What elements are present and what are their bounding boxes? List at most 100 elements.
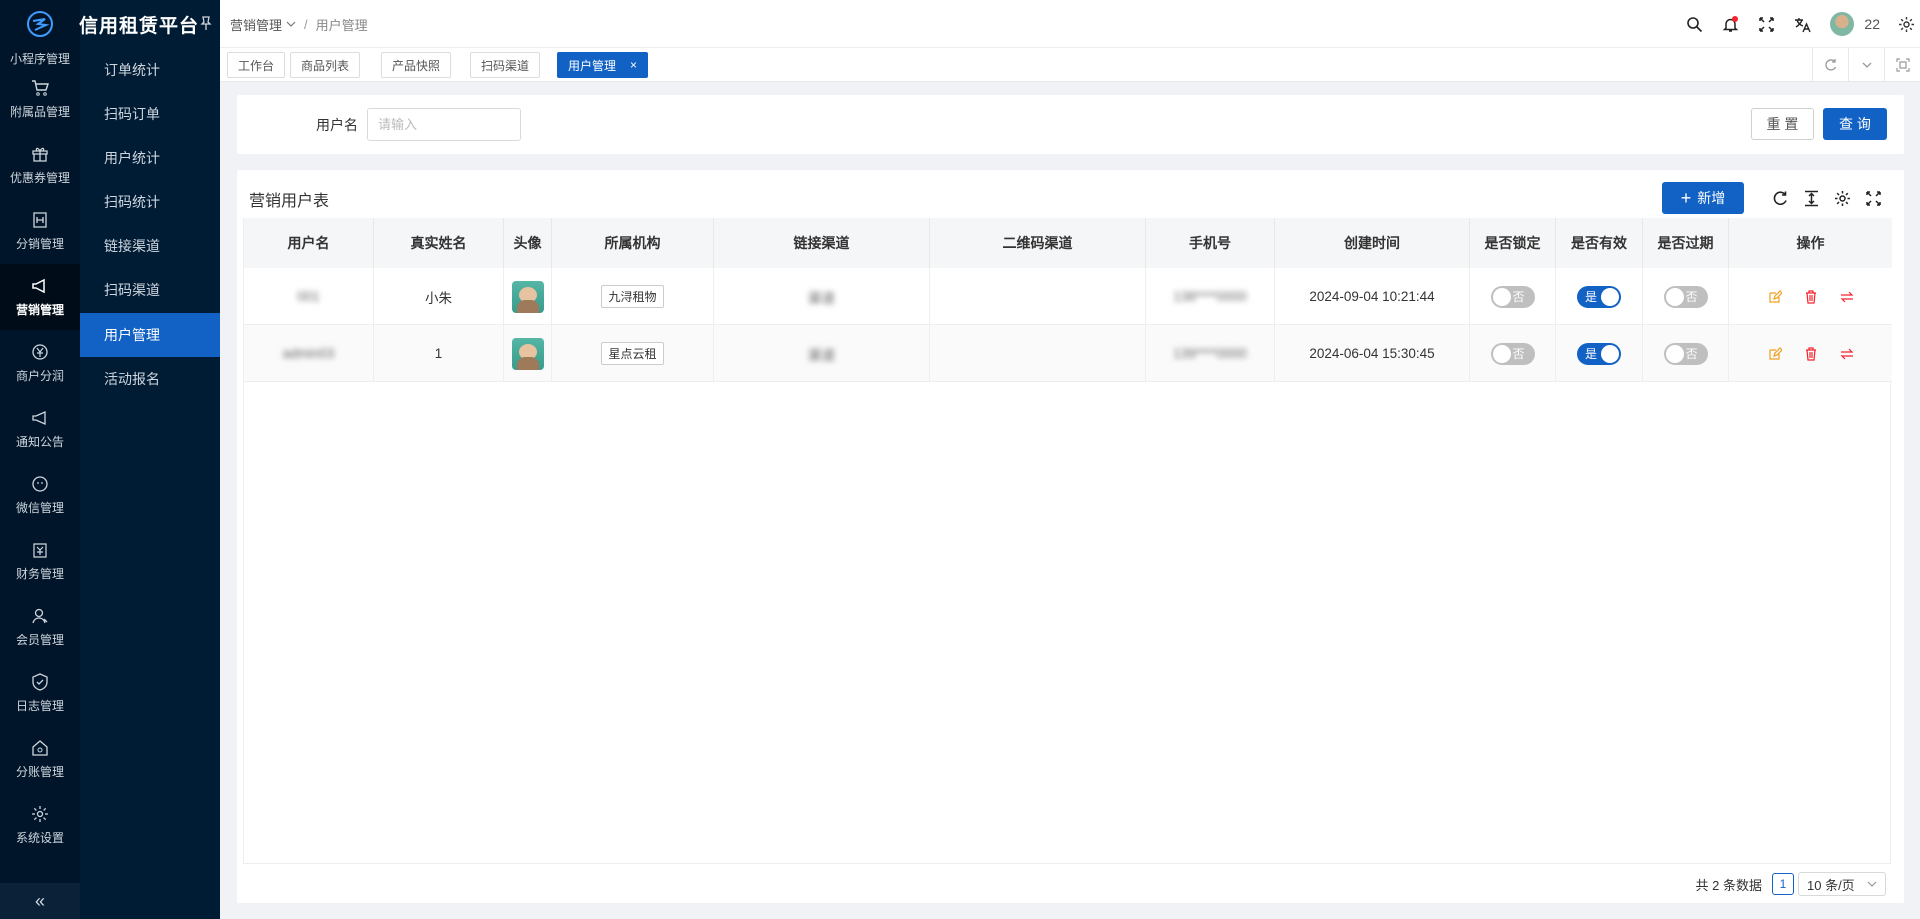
rail-item-wechat[interactable]: 微信管理 (0, 462, 80, 528)
pin-icon[interactable] (200, 16, 212, 30)
reset-button[interactable]: 重 置 (1751, 108, 1814, 140)
edit-icon[interactable] (1768, 346, 1782, 361)
megaphone-icon (32, 278, 45, 293)
fullscreen-button[interactable] (1748, 6, 1784, 42)
rail-item-logs[interactable]: 日志管理 (0, 660, 80, 726)
language-button[interactable] (1784, 6, 1820, 42)
tab-maximize-button[interactable] (1884, 48, 1920, 82)
toggle-knob (1601, 287, 1619, 306)
locked-toggle[interactable]: 否 (1490, 285, 1535, 308)
refresh-table-button[interactable] (1765, 186, 1796, 210)
column-header: 是否有效 (1556, 218, 1643, 268)
rail-item-label: 日志管理 (15, 698, 64, 713)
rail-item-distribution[interactable]: 分销管理 (0, 198, 80, 264)
avatar[interactable] (511, 280, 544, 313)
page-size-value: 10 条/页 (1807, 877, 1855, 893)
chevron-down-icon[interactable] (286, 19, 296, 29)
tab-label: 商品列表 (301, 58, 350, 73)
submenu-item-scan-stats[interactable]: 扫码统计 (80, 180, 220, 224)
created-time-cell: 2024-09-04 10:21:44 (1309, 289, 1435, 304)
tab-product-list[interactable]: 商品列表 (290, 52, 361, 78)
tab-user-management[interactable]: 用户管理 × (557, 52, 649, 78)
rail-item-accessories[interactable]: 附属品管理 (0, 66, 80, 132)
valid-toggle[interactable]: 是 (1577, 285, 1621, 308)
app-root: 小程序管理 附属品管理 优惠券管理 分销管理 营销管理 商户分润 通知公告 微信… (0, 0, 1920, 919)
page-size-select[interactable]: 10 条/页 (1798, 872, 1886, 896)
gift-icon (32, 147, 48, 162)
rail-item-merchant-share[interactable]: 商户分润 (0, 330, 80, 396)
chevron-down-icon (1862, 62, 1871, 68)
column-height-icon (1805, 190, 1818, 206)
pagination: 共 2 条数据 1 10 条/页 (1696, 872, 1886, 896)
rail-item-settings[interactable]: 系统设置 (0, 792, 80, 858)
rail-item-members[interactable]: 会员管理 (0, 594, 80, 660)
rail-item-label: 分账管理 (15, 764, 64, 779)
table-title: 营销用户表 (249, 193, 330, 210)
toggle-knob (1665, 344, 1684, 363)
expired-toggle[interactable]: 否 (1663, 285, 1708, 308)
username[interactable]: 22 (1864, 16, 1880, 32)
rail-item-split[interactable]: 分账管理 (0, 726, 80, 792)
rail-item-label: 财务管理 (15, 566, 64, 581)
link-channel-cell: 渠道 (808, 290, 835, 306)
tab-workbench[interactable]: 工作台 (227, 52, 286, 78)
translate-icon (1794, 17, 1811, 32)
brand: 信用租赁平台 (79, 0, 220, 48)
username-filter-input[interactable] (367, 108, 521, 141)
notifications-button[interactable] (1712, 6, 1748, 42)
column-settings-button[interactable] (1827, 186, 1858, 210)
column-header: 是否过期 (1643, 218, 1729, 268)
submenu-item-order-stats[interactable]: 订单统计 (80, 48, 220, 92)
breadcrumb: 营销管理 / 用户管理 (230, 0, 368, 48)
tab-scan-channels[interactable]: 扫码渠道 (470, 52, 541, 78)
column-header: 操作 (1796, 235, 1825, 251)
rail-item-finance[interactable]: 财务管理 (0, 528, 80, 594)
rail-item-notices[interactable]: 通知公告 (0, 396, 80, 462)
rail-item-coupons[interactable]: 优惠券管理 (0, 132, 80, 198)
rail-item-label: 商户分润 (15, 368, 64, 383)
submenu-item-user-stats[interactable]: 用户统计 (80, 136, 220, 180)
header-actions: 22 (1676, 0, 1920, 48)
search-button[interactable] (1676, 6, 1712, 42)
submenu-item-scan-channels[interactable]: 扫码渠道 (80, 268, 220, 312)
submenu-item-scan-orders[interactable]: 扫码订单 (80, 92, 220, 136)
table-fullscreen-button[interactable] (1858, 186, 1889, 210)
toggle-text: 否 (1685, 347, 1698, 361)
delete-icon[interactable] (1804, 289, 1818, 304)
density-button[interactable] (1796, 186, 1827, 210)
refresh-tab-button[interactable] (1812, 48, 1848, 82)
link-channel-cell: 渠道 (808, 347, 835, 363)
delete-icon[interactable] (1804, 346, 1818, 361)
edit-icon[interactable] (1768, 289, 1782, 304)
transfer-icon[interactable] (1840, 290, 1854, 304)
submenu-item-event-signup[interactable]: 活动报名 (80, 357, 220, 401)
avatar[interactable] (511, 337, 544, 370)
tabs-dropdown-button[interactable] (1848, 48, 1884, 82)
user-avatar[interactable] (1830, 12, 1855, 36)
notice-icon (32, 410, 46, 425)
close-tab-icon[interactable]: × (630, 58, 637, 72)
transfer-icon[interactable] (1840, 347, 1854, 361)
toggle-text: 是 (1585, 347, 1598, 361)
locked-toggle[interactable]: 否 (1490, 342, 1535, 365)
rail-item-label: 营销管理 (15, 302, 64, 317)
query-button[interactable]: 查 询 (1823, 108, 1887, 140)
submenu-item-link-channels[interactable]: 链接渠道 (80, 224, 220, 268)
column-header: 二维码渠道 (930, 218, 1146, 268)
rail-item-miniprogram[interactable]: 小程序管理 (0, 50, 80, 67)
search-icon (1687, 16, 1702, 32)
rail-item-marketing[interactable]: 营销管理 (0, 264, 80, 330)
submenu-item-user-management[interactable]: 用户管理 (80, 313, 220, 357)
settings-button[interactable] (1892, 6, 1920, 42)
tab-product-snapshot[interactable]: 产品快照 (381, 52, 452, 78)
collapse-sidebar-button[interactable]: « (0, 883, 80, 919)
expired-toggle[interactable]: 否 (1663, 342, 1708, 365)
valid-toggle[interactable]: 是 (1577, 342, 1621, 365)
breadcrumb-parent[interactable]: 营销管理 (230, 15, 282, 34)
gear-icon (1835, 190, 1850, 206)
page-button-current[interactable]: 1 (1772, 873, 1794, 895)
phone-cell: 138****0000 (1173, 289, 1247, 304)
created-time-cell: 2024-06-04 15:30:45 (1309, 346, 1435, 361)
maximize-icon (1895, 58, 1910, 72)
add-button[interactable]: + 新增 (1662, 182, 1744, 214)
